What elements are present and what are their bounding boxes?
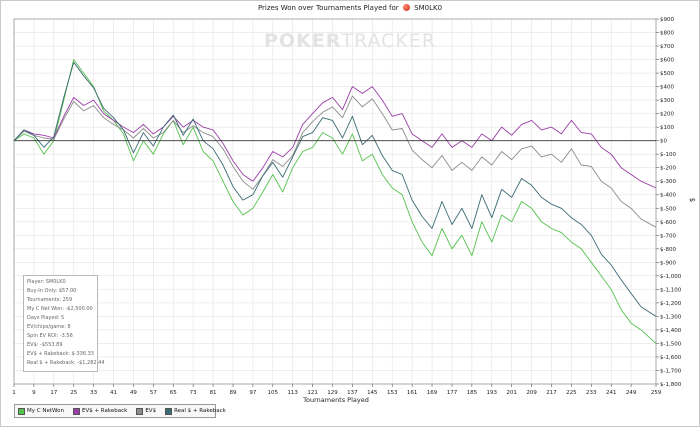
y-tick-label: $500 (660, 71, 674, 77)
y-tick-label: $-600 (660, 220, 676, 226)
legend-swatch (136, 407, 144, 415)
y-tick-label: $-1,200 (660, 301, 682, 307)
y-tick-label: $-400 (660, 193, 676, 199)
y-tick-label: $900 (660, 17, 674, 23)
y-tick-label: $-900 (660, 260, 676, 266)
x-tick-label: 201 (506, 390, 517, 396)
y-tick-label: $-1,100 (660, 287, 682, 293)
x-tick-label: 89 (229, 390, 236, 396)
y-axis-label: $ (688, 198, 696, 202)
series-lines (13, 59, 657, 344)
y-tick-label: $-200 (660, 166, 676, 172)
y-tick-label: $700 (660, 44, 674, 50)
x-tick-label: 65 (170, 390, 177, 396)
x-tick-label: 17 (50, 390, 57, 396)
x-tick-label: 217 (546, 390, 557, 396)
y-tick-label: $0 (660, 139, 667, 145)
y-tick-label: $-1,500 (660, 341, 682, 347)
stats-line: EV/chips/game: 8 (27, 324, 71, 330)
grid-lines (13, 18, 657, 385)
stats-line: EV$ + Rakeback: $-336.33 (27, 351, 94, 357)
x-tick-label: 169 (427, 390, 438, 396)
y-tick-label: $800 (660, 31, 674, 37)
y-tick-label: $-100 (660, 152, 676, 158)
x-tick-label: 113 (287, 390, 298, 396)
legend-label: Real $ + Rakeback (174, 408, 226, 414)
x-tick-label: 259 (651, 390, 662, 396)
axes: $900 $800 $700 $600 $500 $400 $300 $200 $100 $0 $-… (12, 17, 681, 396)
stats-line: Player: SM0LK0 (27, 279, 66, 285)
legend-swatch (72, 407, 80, 415)
y-tick-label: $-1,400 (660, 328, 682, 334)
y-tick-label: $-1,600 (660, 355, 682, 361)
y-tick-label: $-300 (660, 179, 676, 185)
y-tick-label: $400 (660, 85, 674, 91)
stats-line: Spin EV ROI: -3.56 (27, 333, 73, 339)
y-tick-label: $-800 (660, 247, 676, 253)
stats-line: EV$: -$553.89 (27, 342, 63, 348)
x-tick-label: 241 (606, 390, 617, 396)
x-tick-label: 41 (110, 390, 117, 396)
x-tick-label: 105 (268, 390, 279, 396)
stats-line: Buy-In Only: $57.00 (27, 288, 77, 294)
legend: My C NetWon EV$ + Rakeback EV$ Real $ + Rak… (14, 404, 226, 418)
x-tick-label: 185 (467, 390, 478, 396)
legend-label: EV$ (145, 408, 157, 414)
plot-border (13, 18, 657, 385)
legend-item[interactable]: My C NetWon (18, 407, 64, 415)
x-tick-label: 97 (249, 390, 256, 396)
stats-line: Real $ + Rakeback: -$1,282.44 (27, 360, 105, 366)
legend-item[interactable]: EV$ + Rakeback (72, 407, 128, 415)
x-tick-label: 57 (150, 390, 157, 396)
x-tick-label: 193 (487, 390, 498, 396)
x-tick-label: 249 (626, 390, 637, 396)
y-tick-label: $200 (660, 112, 674, 118)
legend-item[interactable]: Real $ + Rakeback (165, 407, 226, 415)
x-tick-label: 161 (407, 390, 418, 396)
y-tick-label: $-500 (660, 206, 676, 212)
stats-line: Days Played: 5 (27, 315, 65, 321)
x-axis-label: Tournaments Played (302, 396, 369, 404)
y-tick-label: $600 (660, 58, 674, 64)
y-tick-label: $-700 (660, 233, 676, 239)
x-tick-label: 233 (586, 390, 597, 396)
x-tick-label: 1 (12, 390, 16, 396)
legend-label: EV$ + Rakeback (81, 408, 128, 414)
y-tick-label: $-1,000 (660, 274, 682, 280)
x-tick-label: 33 (90, 390, 97, 396)
x-tick-label: 9 (32, 390, 36, 396)
x-tick-label: 153 (387, 390, 398, 396)
legend-swatch (18, 407, 25, 415)
stats-line: My C Net Won: -$2,500.00 (27, 306, 93, 312)
line-chart: $900 $800 $700 $600 $500 $400 $300 $200 $100 $0 $-… (12, 17, 696, 404)
x-tick-label: 225 (566, 390, 577, 396)
stats-line: Tournaments: 259 (27, 297, 73, 303)
x-tick-label: 49 (130, 390, 137, 396)
y-tick-label: $-1,300 (660, 314, 682, 320)
y-tick-label: $-1,700 (660, 368, 682, 374)
y-tick-label: $100 (660, 125, 674, 131)
x-tick-label: 25 (70, 390, 77, 396)
x-tick-label: 177 (447, 390, 458, 396)
legend-label: My C NetWon (27, 408, 64, 414)
y-tick-label: $-1,800 (660, 382, 682, 388)
x-tick-label: 81 (210, 390, 217, 396)
legend-swatch (165, 407, 173, 415)
y-tick-label: $300 (660, 98, 674, 104)
x-tick-label: 209 (526, 390, 537, 396)
series-line-my-c-netwon (13, 59, 657, 344)
legend-item[interactable]: EV$ (136, 407, 157, 415)
stats-box: Player: SM0LK0 Buy-In Only: $57.00 Tournam… (23, 275, 105, 372)
x-tick-label: 73 (190, 390, 197, 396)
series-line-ev-rakeback (13, 86, 657, 189)
